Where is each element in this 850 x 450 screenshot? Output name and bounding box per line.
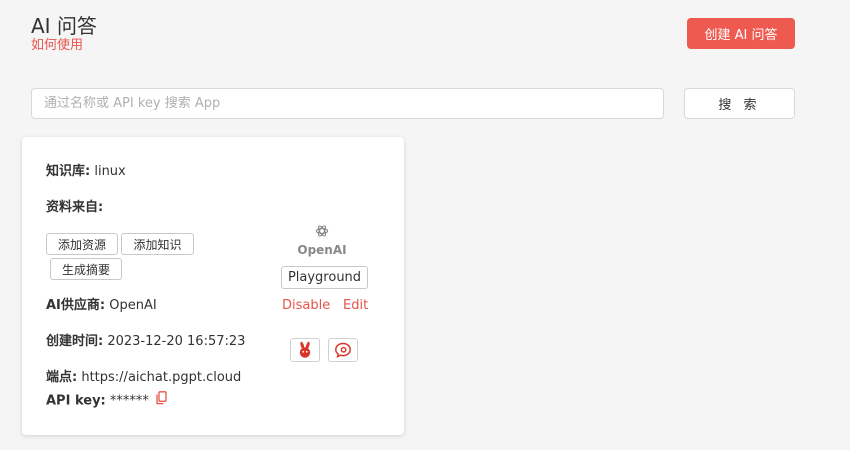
rabbit-bot-button[interactable] (290, 338, 320, 362)
generate-summary-tag[interactable]: 生成摘要 (50, 258, 122, 280)
endpoint-label: 端点: (46, 370, 78, 385)
provider-logo-text: OpenAI (297, 243, 347, 257)
chat-bubble-icon (335, 342, 351, 358)
provider-label: AI供应商: (46, 298, 106, 313)
playground-button[interactable]: Playground (281, 266, 368, 289)
chat-integration-button[interactable] (328, 338, 358, 362)
openai-logo-icon (315, 225, 329, 237)
created-time-value: 2023-12-20 16:57:23 (107, 334, 246, 349)
api-key-row: API key: ****** (46, 391, 167, 411)
add-resource-tag[interactable]: 添加资源 (46, 233, 118, 255)
knowledge-base-row: 知识库: linux (46, 163, 126, 181)
add-knowledge-tag[interactable]: 添加知识 (121, 233, 194, 255)
app-card: 知识库: linux 资料来自: 添加资源 添加知识 生成摘要 AI供应商: O… (22, 137, 404, 435)
create-ai-qa-button[interactable]: 创建 AI 问答 (687, 18, 795, 49)
search-button[interactable]: 搜 索 (684, 88, 795, 119)
page-title: AI 问答 (31, 14, 97, 38)
provider-value: OpenAI (109, 298, 157, 313)
copy-icon[interactable] (156, 391, 167, 411)
source-label: 资料来自: (46, 200, 104, 215)
disable-link[interactable]: Disable (282, 298, 330, 314)
provider-row: AI供应商: OpenAI (46, 297, 157, 315)
help-link[interactable]: 如何使用 (31, 38, 83, 54)
search-input[interactable] (31, 88, 664, 119)
source-row: 资料来自: (46, 199, 103, 217)
provider-logo: OpenAI (297, 223, 347, 257)
edit-link[interactable]: Edit (343, 298, 368, 314)
api-key-label: API key: (46, 393, 106, 409)
endpoint-value: https://aichat.pgpt.cloud (81, 370, 242, 385)
knowledge-base-label: 知识库: (46, 164, 91, 179)
created-time-row: 创建时间: 2023-12-20 16:57:23 (46, 333, 245, 351)
knowledge-base-value: linux (94, 164, 126, 179)
api-key-value: ****** (109, 393, 149, 409)
endpoint-row: 端点: https://aichat.pgpt.cloud (46, 369, 241, 387)
created-time-label: 创建时间: (46, 334, 104, 349)
rabbit-bot-icon (299, 341, 311, 358)
